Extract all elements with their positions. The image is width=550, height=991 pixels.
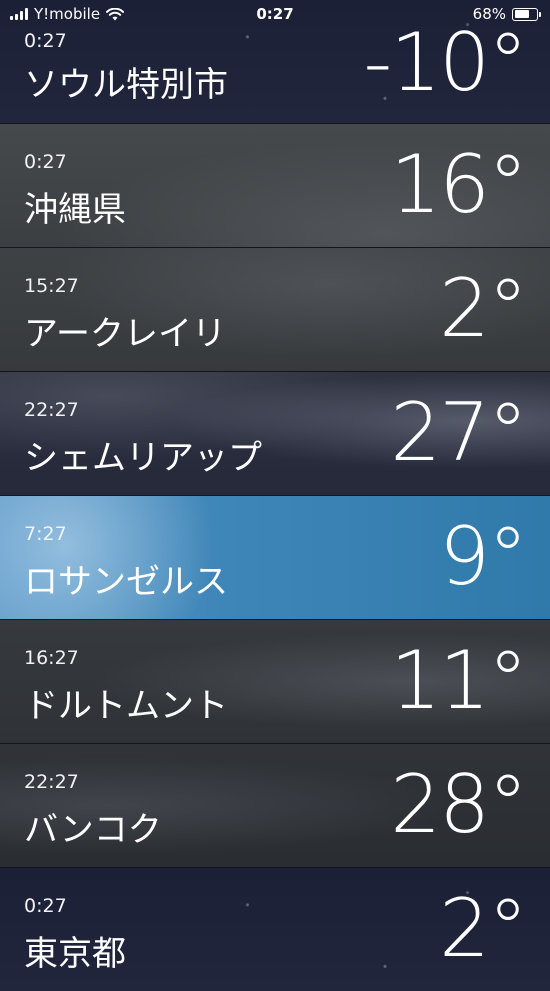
city-name: ドルトムント bbox=[24, 686, 228, 726]
city-name: アークレイリ bbox=[24, 314, 226, 354]
city-local-time: 7:27 bbox=[24, 523, 67, 545]
city-local-time: 16:27 bbox=[24, 647, 79, 669]
city-local-time: 0:27 bbox=[24, 30, 67, 52]
city-name: ソウル特別市 bbox=[24, 65, 228, 105]
city-temperature: 27° bbox=[390, 386, 528, 479]
city-local-time: 0:27 bbox=[24, 895, 67, 917]
city-row[interactable]: 22:27 バンコク 28° bbox=[0, 744, 550, 868]
city-temperature: 28° bbox=[390, 758, 528, 851]
city-name: ロサンゼルス bbox=[24, 562, 228, 602]
battery-percent: 68% bbox=[472, 5, 506, 23]
city-temperature: 2° bbox=[439, 262, 528, 355]
city-local-time: 0:27 bbox=[24, 151, 67, 173]
city-name: シェムリアップ bbox=[24, 438, 262, 478]
city-temperature: 2° bbox=[439, 882, 528, 975]
city-temperature: 9° bbox=[439, 510, 528, 603]
city-row[interactable]: 7:27 ロサンゼルス 9° bbox=[0, 496, 550, 620]
city-row[interactable]: 0:27 東京都 2° bbox=[0, 868, 550, 991]
status-right: 68% bbox=[472, 5, 541, 23]
city-name: 沖縄県 bbox=[24, 190, 126, 230]
battery-icon bbox=[512, 7, 541, 21]
city-name: バンコク bbox=[24, 810, 162, 850]
city-temperature: 11° bbox=[390, 634, 528, 727]
city-local-time: 22:27 bbox=[24, 771, 79, 793]
city-row[interactable]: 16:27 ドルトムント 11° bbox=[0, 620, 550, 744]
status-bar: Y!mobile 0:27 68% bbox=[0, 0, 550, 28]
city-local-time: 22:27 bbox=[24, 399, 79, 421]
city-name: 東京都 bbox=[24, 934, 126, 974]
city-local-time: 15:27 bbox=[24, 275, 79, 297]
city-row[interactable]: 15:27 アークレイリ 2° bbox=[0, 248, 550, 372]
status-time: 0:27 bbox=[256, 5, 294, 23]
city-row[interactable]: 0:27 沖縄県 16° bbox=[0, 124, 550, 248]
city-temperature: 16° bbox=[390, 138, 528, 231]
city-temperature: -10° bbox=[363, 16, 528, 109]
battery-fill bbox=[514, 10, 529, 18]
city-list: 0:27 ソウル特別市 -10° 0:27 沖縄県 16° 15:27 アークレ… bbox=[0, 0, 550, 991]
city-row[interactable]: 22:27 シェムリアップ 27° bbox=[0, 372, 550, 496]
